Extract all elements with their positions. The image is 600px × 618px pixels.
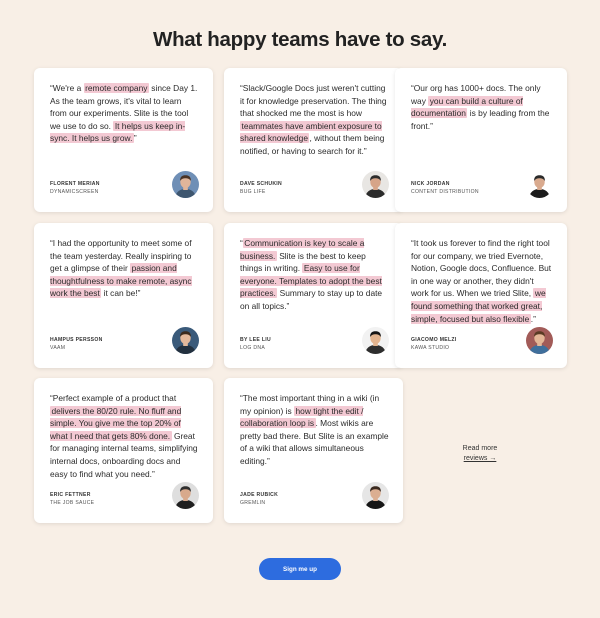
author-name: HAMPUS PERSSON bbox=[50, 337, 103, 343]
testimonial-card: “It took us forever to find the right to… bbox=[395, 223, 567, 368]
author-info: DAVE SCHUKIN BUG LIFE bbox=[240, 181, 282, 196]
quote-text: “Perfect example of a product that bbox=[50, 393, 177, 403]
testimonial-card: “Our org has 1000+ docs. The only way yo… bbox=[395, 68, 567, 212]
author-company: DYNAMICSCREEN bbox=[50, 188, 99, 195]
author-name: GIACOMO MELZI bbox=[411, 337, 457, 343]
quote-text: .” bbox=[530, 313, 536, 324]
author-name: JADE RUBICK bbox=[240, 492, 279, 498]
author-company: GREMLIN bbox=[240, 499, 266, 506]
quote-text: “Slack/Google Docs just weren't cutting … bbox=[240, 83, 387, 119]
avatar-portrait bbox=[526, 327, 553, 354]
testimonial-quote: “It took us forever to find the right to… bbox=[411, 237, 553, 325]
avatar-portrait bbox=[172, 171, 199, 198]
testimonial-quote: “The most important thing in a wiki (in … bbox=[240, 392, 389, 468]
testimonial-quote: “We're a remote company since Day 1. As … bbox=[50, 82, 199, 145]
avatar-portrait bbox=[172, 327, 199, 354]
author-info: ERIC FETTNER THE JOB SAUCE bbox=[50, 492, 94, 507]
author-info: BY LEE LIU LOG DNA bbox=[240, 337, 271, 352]
testimonial-card: “Communication is key to scale a busines… bbox=[224, 223, 403, 368]
author-info: NICK JORDAN CONTENT DISTRIBUTION bbox=[411, 181, 479, 196]
testimonial-quote: “Communication is key to scale a busines… bbox=[240, 237, 389, 313]
testimonial-quote: “I had the opportunity to meet some of t… bbox=[50, 237, 199, 300]
author-company: BUG LIFE bbox=[240, 188, 266, 195]
avatar-portrait bbox=[362, 482, 389, 509]
quote-highlight: delivers the 80/20 rule. No fluff and si… bbox=[50, 405, 182, 441]
author-info: HAMPUS PERSSON VAAM bbox=[50, 337, 103, 352]
author-company: CONTENT DISTRIBUTION bbox=[411, 188, 479, 195]
read-more-line1: Read more bbox=[462, 445, 498, 452]
quote-text: ” bbox=[133, 133, 137, 144]
testimonial-card: “We're a remote company since Day 1. As … bbox=[34, 68, 213, 212]
sign-up-button[interactable]: Sign me up bbox=[259, 558, 341, 580]
read-more-reviews-link[interactable]: Read more reviews → bbox=[444, 444, 516, 464]
author-company: KAWA STUDIO bbox=[411, 344, 450, 351]
author-name: BY LEE LIU bbox=[240, 337, 271, 343]
author-info: JADE RUBICK GREMLIN bbox=[240, 492, 278, 507]
testimonial-card: “The most important thing in a wiki (in … bbox=[224, 378, 403, 523]
author-name: ERIC FETTNER bbox=[50, 492, 91, 498]
author-name: NICK JORDAN bbox=[411, 181, 450, 187]
author-info: FLORENT MERIAN DYNAMICSCREEN bbox=[50, 181, 100, 196]
author-company: THE JOB SAUCE bbox=[50, 499, 95, 506]
author-company: VAAM bbox=[50, 344, 66, 351]
testimonial-quote: “Our org has 1000+ docs. The only way yo… bbox=[411, 82, 553, 132]
read-more-line2: reviews → bbox=[463, 455, 497, 462]
avatar bbox=[172, 171, 199, 198]
avatar-portrait bbox=[172, 482, 199, 509]
quote-text: it can be!” bbox=[101, 288, 141, 299]
author-info: GIACOMO MELZI KAWA STUDIO bbox=[411, 337, 457, 352]
avatar bbox=[526, 171, 553, 198]
testimonial-quote: “Slack/Google Docs just weren't cutting … bbox=[240, 82, 389, 158]
testimonial-card: “Slack/Google Docs just weren't cutting … bbox=[224, 68, 403, 212]
quote-text: “We're a bbox=[50, 83, 84, 93]
testimonial-card: “I had the opportunity to meet some of t… bbox=[34, 223, 213, 368]
author-company: LOG DNA bbox=[240, 344, 266, 351]
author-name: FLORENT MERIAN bbox=[50, 181, 100, 187]
avatar-portrait bbox=[526, 171, 553, 198]
page-title: What happy teams have to say. bbox=[153, 28, 447, 51]
avatar-portrait bbox=[362, 327, 389, 354]
quote-highlight: remote company bbox=[83, 83, 149, 93]
avatar-portrait bbox=[362, 171, 389, 198]
quote-text: “It took us forever to find the right to… bbox=[411, 238, 552, 299]
avatar bbox=[526, 327, 553, 354]
testimonial-quote: “Perfect example of a product that deliv… bbox=[50, 392, 199, 480]
avatar bbox=[172, 327, 199, 354]
avatar bbox=[362, 482, 389, 509]
testimonial-card: “Perfect example of a product that deliv… bbox=[34, 378, 213, 523]
avatar bbox=[362, 171, 389, 198]
author-name: DAVE SCHUKIN bbox=[240, 181, 282, 187]
avatar bbox=[172, 482, 199, 509]
avatar bbox=[362, 327, 389, 354]
